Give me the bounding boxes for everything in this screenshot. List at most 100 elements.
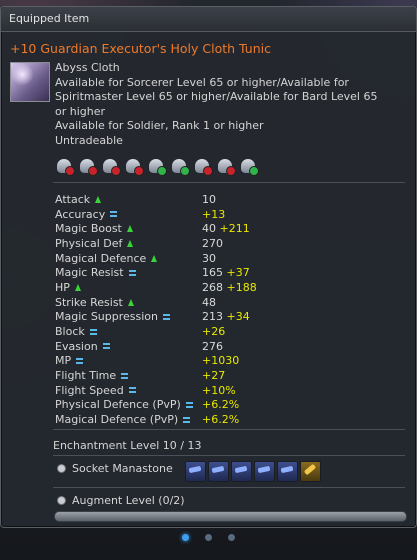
available-dot-icon <box>249 166 259 176</box>
stat-base: 268 <box>202 280 223 294</box>
stat-bonus: +6.2% <box>202 398 240 412</box>
up-arrow-icon <box>74 283 81 291</box>
trade-status: Untradeable <box>55 133 123 147</box>
stat-name: Magic Resist <box>55 266 124 280</box>
blue-manastone-icon[interactable] <box>231 461 252 482</box>
stat-value: 268 +188 <box>202 281 257 294</box>
blue-manastone-icon[interactable] <box>208 461 229 482</box>
stat-base: 30 <box>202 251 216 265</box>
stat-row: Physical Defence (PvP) +6.2% <box>55 398 405 413</box>
stat-base: 48 <box>202 295 216 309</box>
stat-value: +6.2% <box>202 413 239 426</box>
stat-bonus: +13 <box>202 207 226 221</box>
stat-row: HP 268 +188 <box>55 280 405 295</box>
stat-label: Magical Defence <box>55 252 202 265</box>
stat-name: Block <box>55 325 85 339</box>
unavailable-dot-icon <box>111 166 121 176</box>
equal-icon <box>128 387 136 394</box>
stat-name: Flight Speed <box>55 383 124 397</box>
unavailable-dot-icon <box>88 166 98 176</box>
stat-base: 165 <box>202 266 223 280</box>
blue-manastone-icon[interactable] <box>185 461 206 482</box>
unavailable-dot-icon <box>134 166 144 176</box>
stat-bonus: +37 <box>223 266 250 280</box>
stat-row: MP +1030 <box>55 354 405 369</box>
stat-row: Magical Defence (PvP) +6.2% <box>55 412 405 427</box>
sorcerer-class-icon <box>147 158 167 176</box>
divider <box>53 429 405 430</box>
equal-icon <box>185 401 193 408</box>
stat-bonus: +211 <box>216 222 250 236</box>
templar-class-icon <box>78 158 98 176</box>
divider <box>53 182 405 183</box>
stat-label: Magic Resist <box>55 266 202 279</box>
stat-label: Magic Suppression <box>55 310 202 323</box>
item-tooltip: Equipped Item +10 Guardian Executor's Ho… <box>0 6 417 528</box>
stats-list: Attack 10 Accuracy +13 Magic Boost 40 +211 Phy… <box>55 192 405 427</box>
item-icon <box>10 62 50 102</box>
stat-row: Evasion 276 <box>55 339 405 354</box>
stat-row: Magic Suppression 213 +34 <box>55 310 405 325</box>
stat-row: Accuracy +13 <box>55 207 405 222</box>
stat-label: Evasion <box>55 340 202 353</box>
stat-name: Physical Defence (PvP) <box>55 398 181 412</box>
stat-bonus: +1030 <box>202 354 240 368</box>
stat-value: 213 +34 <box>202 310 250 323</box>
stat-value: +13 <box>202 208 225 221</box>
divider <box>53 487 405 488</box>
equal-icon <box>110 211 118 218</box>
stat-value: 276 <box>202 340 223 353</box>
stat-label: Accuracy <box>55 208 202 221</box>
stat-label: Flight Time <box>55 369 202 382</box>
augment-radio-icon <box>57 496 66 505</box>
socket-manastone-row: Socket Manastone <box>57 462 173 475</box>
page-dot[interactable] <box>182 534 189 541</box>
stat-name: Physical Def <box>55 236 123 250</box>
stat-row: Attack 10 <box>55 192 405 207</box>
stat-value: +26 <box>202 325 225 338</box>
stat-row: Magic Boost 40 +211 <box>55 221 405 236</box>
available-dot-icon <box>180 166 190 176</box>
stat-row: Block +26 <box>55 324 405 339</box>
stat-name: Accuracy <box>55 207 106 221</box>
up-arrow-icon <box>151 254 158 262</box>
stat-base: 40 <box>202 222 216 236</box>
stat-row: Flight Speed +10% <box>55 383 405 398</box>
stat-row: Magical Defence 30 <box>55 251 405 266</box>
page-dot[interactable] <box>205 534 212 541</box>
requirement-line: or higher <box>55 104 106 118</box>
stat-row: Flight Time +27 <box>55 368 405 383</box>
stat-label: Block <box>55 325 202 338</box>
augment-row: Augment Level (0/2) <box>57 494 185 507</box>
stat-value: 30 <box>202 252 216 265</box>
stat-value: +10% <box>202 384 236 397</box>
stat-label: HP <box>55 281 202 294</box>
page-dot[interactable] <box>228 534 235 541</box>
stat-bonus: +27 <box>202 369 226 383</box>
assassin-class-icon <box>101 158 121 176</box>
stat-row: Magic Resist 165 +37 <box>55 265 405 280</box>
stat-label: Magic Boost <box>55 222 202 235</box>
blue-manastone-icon[interactable] <box>254 461 275 482</box>
tooltip-title: Equipped Item <box>1 7 416 32</box>
divider <box>53 455 405 456</box>
stat-label: Physical Def <box>55 237 202 250</box>
stat-value: +6.2% <box>202 398 239 411</box>
equal-icon <box>128 269 136 276</box>
equal-icon <box>89 328 97 335</box>
stat-name: Strike Resist <box>55 295 123 309</box>
item-name: +10 Guardian Executor's Holy Cloth Tunic <box>10 41 271 56</box>
gladiator-class-icon <box>55 158 75 176</box>
available-dot-icon <box>157 166 167 176</box>
rank-requirement: Available for Soldier, Rank 1 or higher <box>55 119 264 132</box>
stat-name: HP <box>55 280 70 294</box>
augment-progress-bar <box>54 511 407 522</box>
blue-manastone-icon[interactable] <box>277 461 298 482</box>
stat-bonus: +6.2% <box>202 413 240 427</box>
gold-manastone-icon[interactable] <box>300 461 321 482</box>
page-indicator <box>0 534 417 541</box>
stat-name: Flight Time <box>55 369 117 383</box>
stat-label: MP <box>55 354 202 367</box>
socket-radio-icon <box>57 464 66 473</box>
up-arrow-icon <box>95 195 102 203</box>
